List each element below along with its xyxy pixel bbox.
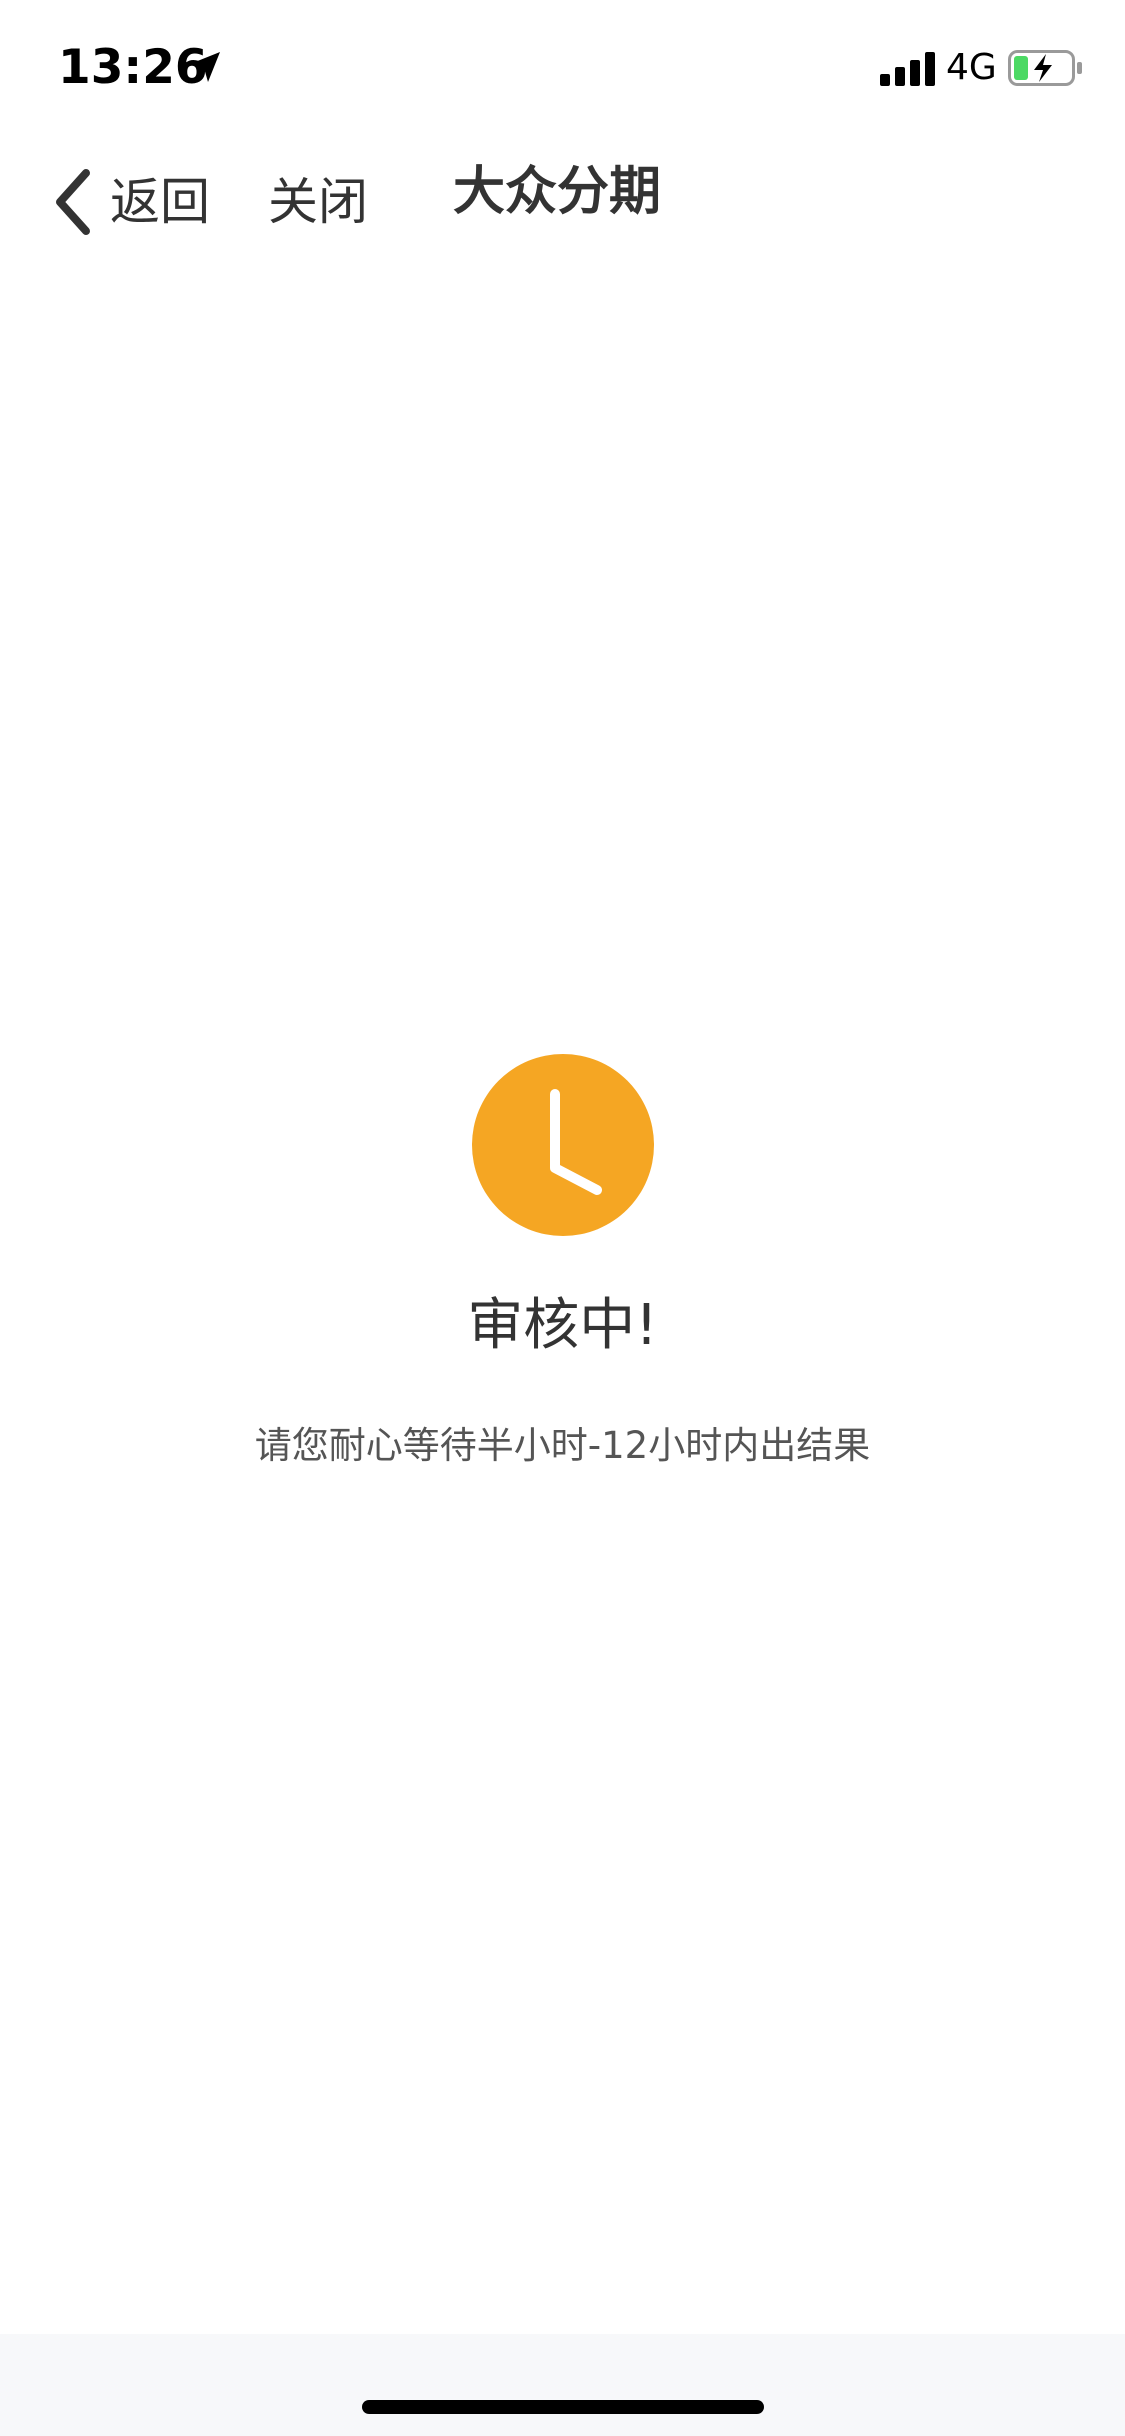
- battery-charging-icon: [1008, 50, 1082, 86]
- back-button[interactable]: 返回: [50, 162, 210, 242]
- page: 13:26 4G 返回 关闭 大众分期 审核中! 请您耐心等待半小时-12小时内…: [0, 0, 1125, 2436]
- review-status-panel: 审核中! 请您耐心等待半小时-12小时内出结果: [0, 1054, 1125, 1472]
- status-time: 13:26: [58, 40, 208, 95]
- home-indicator[interactable]: [362, 2400, 764, 2414]
- status-bar: 13:26 4G: [0, 0, 1125, 132]
- review-status-description: 请您耐心等待半小时-12小时内出结果: [254, 1424, 871, 1467]
- location-arrow-icon: [190, 52, 220, 82]
- back-label: 返回: [110, 173, 210, 231]
- chevron-left-icon: [56, 169, 90, 235]
- navigation-bar: 返回 关闭 大众分期: [0, 132, 1125, 264]
- review-status-title: 审核中!: [467, 1293, 658, 1358]
- bottom-safe-area: [0, 2334, 1125, 2436]
- clock-icon: [471, 1054, 654, 1236]
- page-title: 大众分期: [453, 162, 662, 222]
- network-type: 4G: [946, 47, 997, 88]
- cellular-signal-icon: [880, 52, 935, 86]
- close-button[interactable]: 关闭: [268, 162, 368, 242]
